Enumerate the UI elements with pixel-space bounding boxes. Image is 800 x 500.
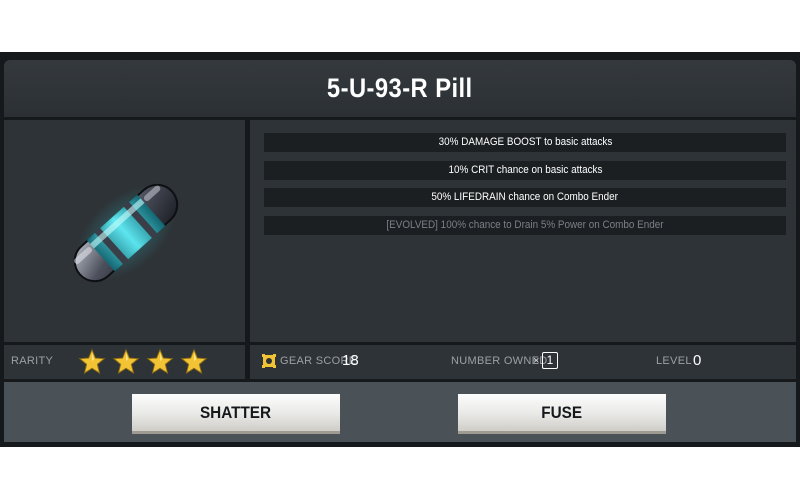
pill-capsule-icon: [56, 168, 196, 298]
owned-multiplier: ×: [533, 355, 540, 367]
item-preview-panel: [4, 120, 245, 342]
gold-star-icon: [180, 348, 208, 375]
fuse-button[interactable]: FUSE: [458, 394, 666, 434]
stats-panel: 30% DAMAGE BOOST to basic attacks 10% CR…: [250, 120, 796, 342]
gear-score-value: 18: [342, 352, 359, 369]
rarity-label: RARITY: [11, 355, 54, 367]
rarity-bar: RARITY: [4, 345, 245, 379]
stat-row-damage-boost: 30% DAMAGE BOOST to basic attacks: [264, 133, 786, 152]
gold-star-icon: [78, 348, 106, 375]
gear-score-icon: [262, 354, 276, 368]
action-bar: SHATTER FUSE: [4, 382, 796, 442]
title-bar: 5-U-93-R Pill: [4, 60, 796, 117]
stat-row-crit: 10% CRIT chance on basic attacks: [264, 161, 786, 180]
shatter-button[interactable]: SHATTER: [132, 394, 340, 434]
rarity-stars: [78, 348, 208, 376]
level-value: 0: [693, 352, 702, 369]
gold-star-icon: [146, 348, 174, 375]
gold-star-icon: [112, 348, 140, 375]
item-name: 5-U-93-R Pill: [327, 73, 473, 103]
level-label: LEVEL: [656, 355, 692, 367]
info-bar: GEAR SCORE 18 NUMBER OWNED × 1 LEVEL 0: [250, 345, 796, 379]
stat-row-lifedrain: 50% LIFEDRAIN chance on Combo Ender: [264, 188, 786, 207]
stat-row-evolved: [EVOLVED] 100% chance to Drain 5% Power …: [264, 216, 786, 235]
owned-count: 1: [542, 352, 558, 369]
